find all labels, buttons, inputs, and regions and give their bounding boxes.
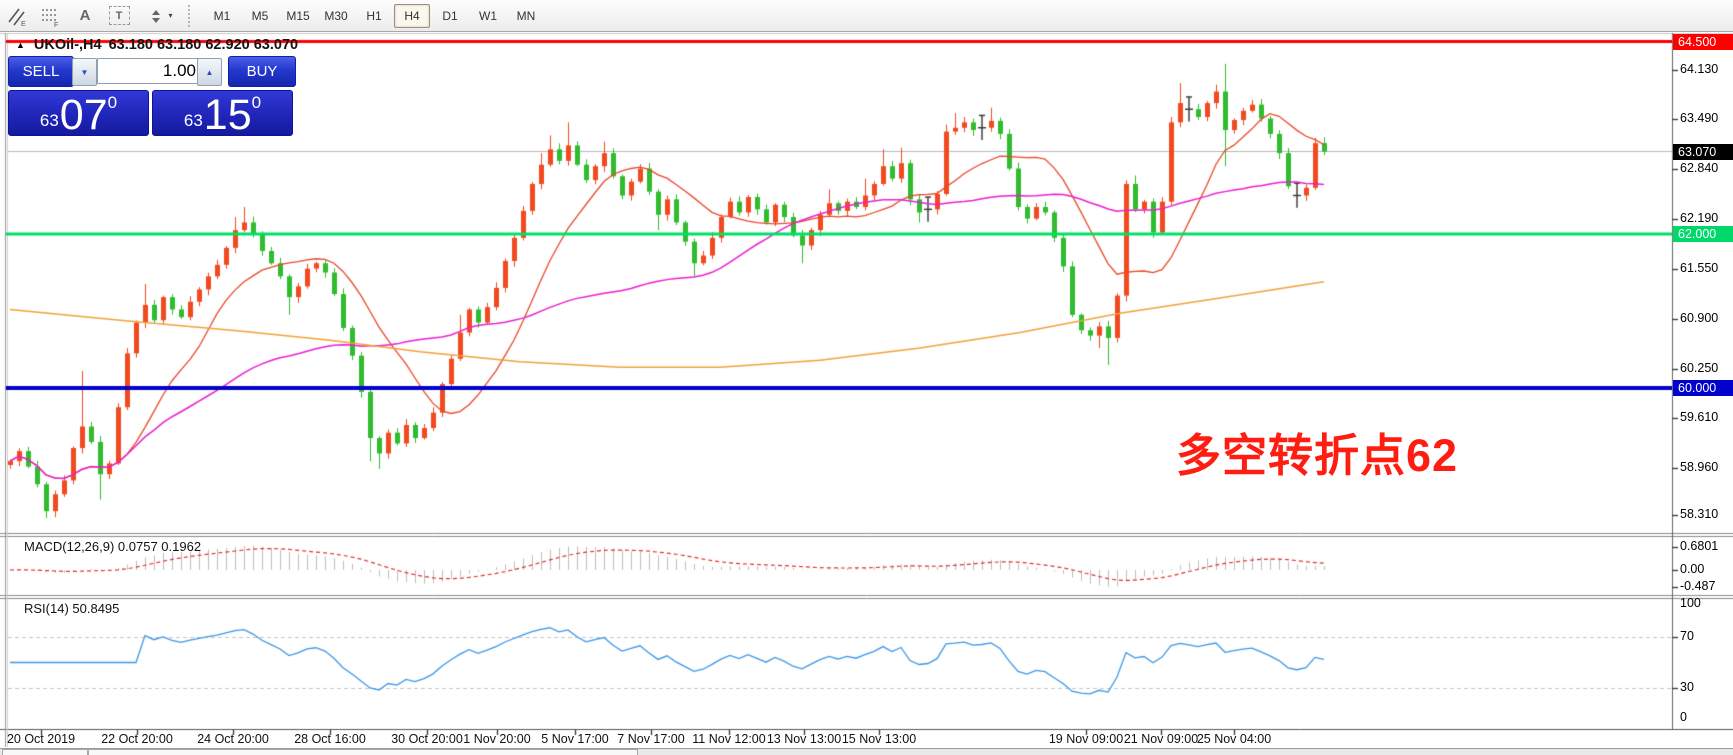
mt4-chart-window: E F A T ▾ M1M5M15M30H1H4D1W1MN ▲ UKOil-,… <box>0 0 1733 755</box>
equidistant-channel-icon[interactable]: E <box>1 2 33 30</box>
tf-button-m1[interactable]: M1 <box>204 4 240 28</box>
time-label: 20 Oct 2019 <box>7 732 75 746</box>
toolbar-grip <box>188 5 197 27</box>
time-label: 15 Nov 13:00 <box>842 732 916 746</box>
buy-price-pips: 15 <box>204 98 252 133</box>
toolbar: E F A T ▾ M1M5M15M30H1H4D1W1MN <box>0 0 1733 32</box>
macd-label: MACD(12,26,9) 0.0757 0.1962 <box>24 539 201 554</box>
price-label-59.610: 59.610 <box>1680 410 1718 424</box>
scrollbar-segment[interactable] <box>2 749 88 755</box>
rsi-level-100: 100 <box>1680 596 1701 610</box>
time-label: 13 Nov 13:00 <box>767 732 841 746</box>
price-label-58.960: 58.960 <box>1680 460 1718 474</box>
sell-button[interactable]: SELL <box>8 56 74 87</box>
price-tag-60.000: 60.000 <box>1673 380 1733 396</box>
price-label-60.900: 60.900 <box>1680 311 1718 325</box>
time-label: 30 Oct 20:00 <box>391 732 463 746</box>
price-label-63.490: 63.490 <box>1680 111 1718 125</box>
time-label: 1 Nov 20:00 <box>463 732 530 746</box>
collapse-arrow-icon[interactable]: ▲ <box>16 40 25 50</box>
tf-button-m30[interactable]: M30 <box>318 4 354 28</box>
text-box-icon[interactable]: T <box>103 2 135 30</box>
macd-level-0.6801: 0.6801 <box>1680 539 1718 553</box>
tf-button-h4[interactable]: H4 <box>394 4 430 28</box>
dropdown-caret-icon: ▾ <box>168 11 172 20</box>
ohlc-values: 63.180 63.180 62.920 63.070 <box>109 37 298 53</box>
annotation-text[interactable]: 多空转折点62 <box>1176 419 1458 484</box>
fibonacci-retracement-icon[interactable]: F <box>35 2 67 30</box>
rsi-level-30: 30 <box>1680 680 1694 694</box>
time-label: 11 Nov 12:00 <box>692 732 765 746</box>
time-label: 19 Nov 09:00 <box>1049 732 1123 746</box>
one-click-trading-panel: SELL ▼ ▲ BUY 63070 63150 <box>8 55 294 133</box>
tf-button-d1[interactable]: D1 <box>432 4 468 28</box>
symbol-period-label: UKOil-,H4 <box>34 37 102 53</box>
rsi-level-0: 0 <box>1680 710 1687 724</box>
time-label: 24 Oct 20:00 <box>197 732 269 746</box>
price-tag-63.070: 63.070 <box>1673 144 1733 160</box>
macd-level--0.487: -0.487 <box>1680 579 1715 593</box>
buy-price-display[interactable]: 63150 <box>152 90 293 136</box>
rsi-level-70: 70 <box>1680 629 1694 643</box>
rsi-label: RSI(14) 50.8495 <box>24 601 119 616</box>
tf-button-h1[interactable]: H1 <box>356 4 392 28</box>
time-label: 5 Nov 17:00 <box>541 732 608 746</box>
sell-price-big-figure: 63 <box>40 112 59 129</box>
price-label-62.190: 62.190 <box>1680 211 1718 225</box>
price-label-64.130: 64.130 <box>1680 62 1718 76</box>
price-label-60.250: 60.250 <box>1680 361 1718 375</box>
time-label: 25 Nov 04:00 <box>1197 732 1271 746</box>
svg-text:E: E <box>21 21 26 27</box>
tf-button-mn[interactable]: MN <box>508 4 544 28</box>
volume-decrease-button[interactable]: ▼ <box>72 58 97 86</box>
volume-increase-button[interactable]: ▲ <box>197 58 222 86</box>
price-label-61.550: 61.550 <box>1680 261 1718 275</box>
volume-input[interactable] <box>97 58 204 84</box>
price-tag-62.000: 62.000 <box>1673 226 1733 242</box>
price-tag-64.500: 64.500 <box>1673 34 1733 50</box>
sell-price-pips: 07 <box>60 98 108 133</box>
timeframe-buttons: M1M5M15M30H1H4D1W1MN <box>203 4 545 28</box>
buy-price-point: 0 <box>252 94 261 111</box>
arrow-objects-icon[interactable]: ▾ <box>137 2 183 30</box>
price-label-62.840: 62.840 <box>1680 161 1718 175</box>
time-label: 22 Oct 20:00 <box>101 732 173 746</box>
macd-level-0.00: 0.00 <box>1680 562 1704 576</box>
tf-button-m5[interactable]: M5 <box>242 4 278 28</box>
time-label: 7 Nov 17:00 <box>617 732 684 746</box>
sell-price-point: 0 <box>108 94 117 111</box>
sell-price-display[interactable]: 63070 <box>8 90 149 136</box>
tf-button-m15[interactable]: M15 <box>280 4 316 28</box>
svg-text:F: F <box>54 22 58 27</box>
text-label-icon[interactable]: A <box>69 2 101 30</box>
buy-price-big-figure: 63 <box>184 112 203 129</box>
time-label: 21 Nov 09:00 <box>1124 732 1198 746</box>
chart-title: ▲ UKOil-,H4 63.180 63.180 62.920 63.070 <box>16 37 298 53</box>
scrollbar-thumb[interactable] <box>88 749 638 755</box>
horizontal-scrollbar[interactable] <box>0 748 1733 755</box>
price-label-58.310: 58.310 <box>1680 507 1718 521</box>
buy-button[interactable]: BUY <box>228 56 296 87</box>
time-label: 28 Oct 16:00 <box>294 732 366 746</box>
tf-button-w1[interactable]: W1 <box>470 4 506 28</box>
